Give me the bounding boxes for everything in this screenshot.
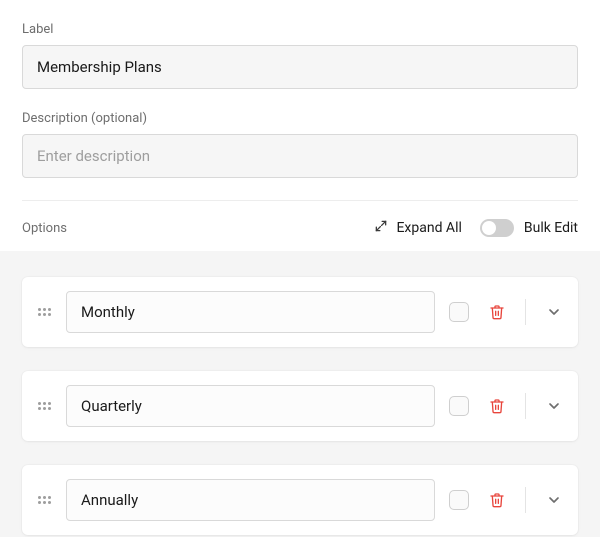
- drag-handle-icon[interactable]: [36, 496, 52, 504]
- description-input[interactable]: [22, 134, 578, 178]
- option-row: [22, 465, 578, 535]
- option-checkbox[interactable]: [449, 396, 469, 416]
- options-panel: [0, 251, 600, 537]
- chevron-down-icon: [546, 304, 562, 320]
- expand-all-button[interactable]: Expand All: [374, 219, 461, 237]
- option-actions: [449, 487, 564, 513]
- drag-handle-icon[interactable]: [36, 402, 52, 410]
- bulk-edit-toggle[interactable]: [480, 219, 514, 237]
- option-actions: [449, 393, 564, 419]
- expand-option-button[interactable]: [544, 490, 564, 510]
- delete-option-button[interactable]: [487, 490, 507, 510]
- option-value-input[interactable]: [66, 291, 435, 333]
- expand-all-label: Expand All: [396, 220, 461, 236]
- label-input[interactable]: [22, 45, 578, 89]
- trash-icon: [489, 397, 505, 415]
- delete-option-button[interactable]: [487, 302, 507, 322]
- toggle-knob: [482, 221, 496, 235]
- option-row: [22, 371, 578, 441]
- option-checkbox[interactable]: [449, 302, 469, 322]
- action-divider: [525, 299, 526, 325]
- description-field-group: Description (optional): [22, 111, 578, 178]
- label-field-group: Label: [22, 22, 578, 89]
- trash-icon: [489, 491, 505, 509]
- chevron-down-icon: [546, 398, 562, 414]
- drag-handle-icon[interactable]: [36, 308, 52, 316]
- options-title: Options: [22, 221, 356, 236]
- option-actions: [449, 299, 564, 325]
- action-divider: [525, 393, 526, 419]
- option-value-input[interactable]: [66, 385, 435, 427]
- delete-option-button[interactable]: [487, 396, 507, 416]
- option-row: [22, 277, 578, 347]
- bulk-edit-group: Bulk Edit: [480, 219, 578, 237]
- label-caption: Label: [22, 22, 578, 37]
- chevron-down-icon: [546, 492, 562, 508]
- action-divider: [525, 487, 526, 513]
- option-value-input[interactable]: [66, 479, 435, 521]
- description-caption: Description (optional): [22, 111, 578, 126]
- bulk-edit-label: Bulk Edit: [524, 220, 578, 236]
- expand-icon: [374, 219, 388, 237]
- expand-option-button[interactable]: [544, 396, 564, 416]
- trash-icon: [489, 303, 505, 321]
- section-divider: [22, 200, 578, 201]
- options-bar: Options Expand All Bulk Edit: [22, 219, 578, 237]
- option-checkbox[interactable]: [449, 490, 469, 510]
- expand-option-button[interactable]: [544, 302, 564, 322]
